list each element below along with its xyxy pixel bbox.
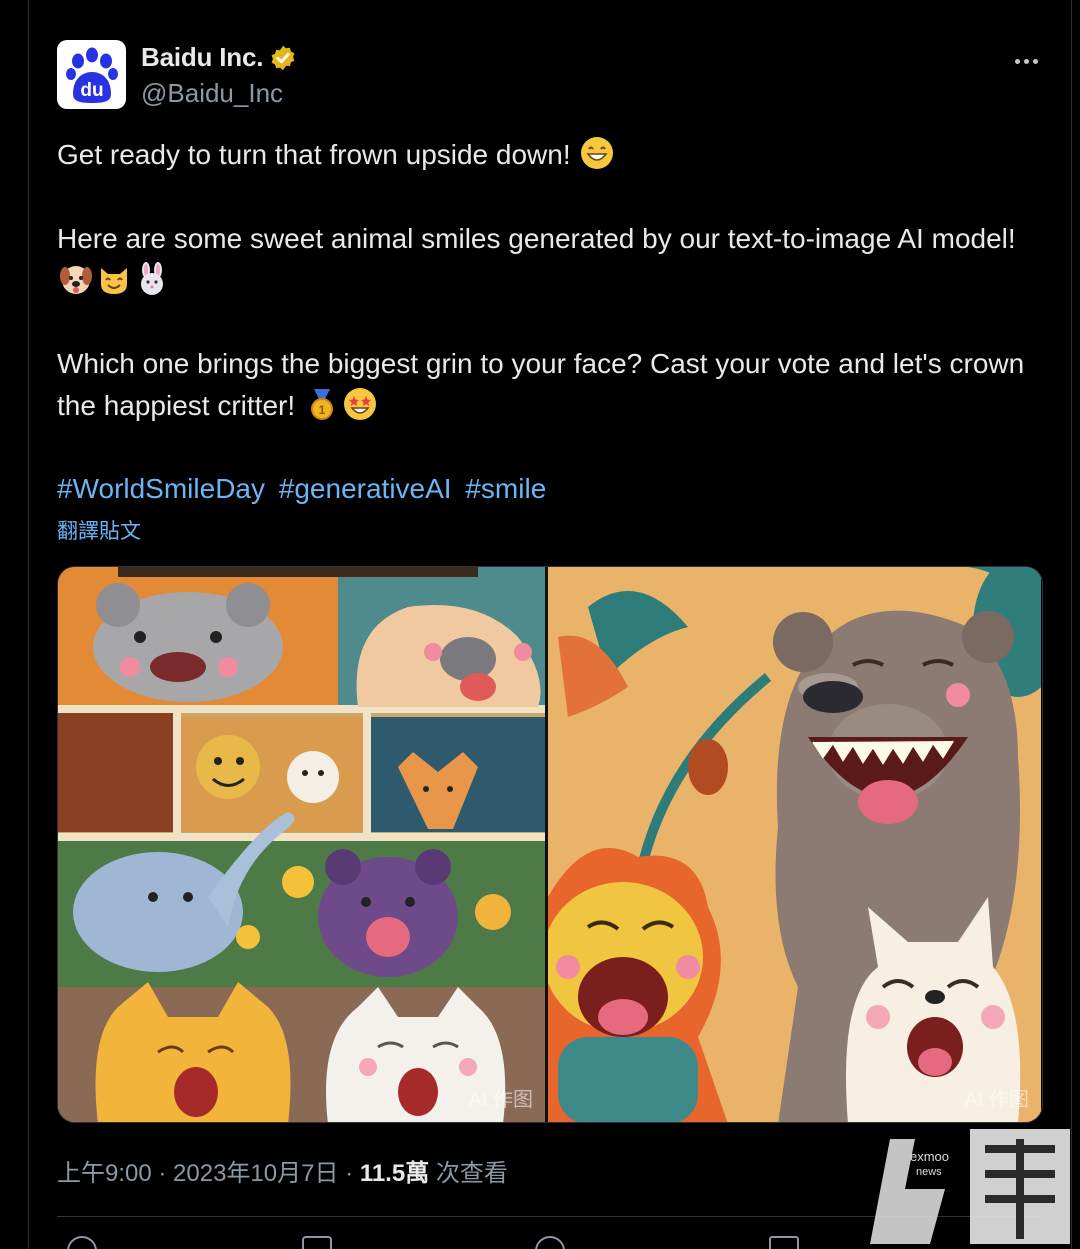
hashtag-generativeai[interactable]: #generativeAI bbox=[279, 473, 452, 504]
svg-text:1: 1 bbox=[319, 403, 326, 417]
tweet-media: AI 作图 AI 作图 bbox=[57, 566, 1043, 1123]
more-options-button[interactable] bbox=[1009, 44, 1043, 78]
ai-watermark-left: AI 作图 bbox=[468, 1089, 533, 1111]
exmoo-news-logo-icon: exmoo news bbox=[870, 1129, 1070, 1244]
hashtag-smile[interactable]: #smile bbox=[465, 473, 546, 504]
news-site-watermark: exmoo news bbox=[860, 1119, 1080, 1249]
tweet-meta: 上午9:00 · 2023年10月7日 · 11.5萬 次查看 bbox=[57, 1153, 508, 1188]
author-name[interactable]: Baidu Inc. bbox=[141, 42, 263, 73]
hashtags: #WorldSmileDay #generativeAI #smile bbox=[57, 468, 552, 510]
media-image-left[interactable]: AI 作图 bbox=[58, 567, 548, 1122]
star-struck-emoji-icon bbox=[343, 387, 377, 421]
tweet-text-1: Get ready to turn that frown upside down… bbox=[57, 139, 571, 170]
tweet-time[interactable]: 上午9:00 bbox=[57, 1160, 152, 1187]
animal-collage-illustration bbox=[58, 567, 545, 1122]
svg-text:exmoo: exmoo bbox=[910, 1149, 949, 1164]
rabbit-face-emoji-icon bbox=[135, 262, 169, 296]
verified-badge-icon bbox=[271, 45, 295, 70]
first-place-medal-emoji-icon: 1 bbox=[305, 387, 339, 421]
avatar-text: du bbox=[80, 80, 103, 101]
dog-face-emoji-icon bbox=[59, 262, 93, 296]
retweet-icon[interactable] bbox=[302, 1236, 332, 1249]
laughing-animals-illustration bbox=[548, 567, 1041, 1122]
tweet-text-2: Here are some sweet animal smiles genera… bbox=[57, 223, 1016, 254]
author-handle[interactable]: @Baidu_Inc bbox=[141, 78, 283, 109]
translate-post-link[interactable]: 翻譯貼文 bbox=[57, 515, 141, 545]
tweet-header: du Baidu Inc. @Baidu_Inc bbox=[57, 40, 1047, 110]
grinning-face-emoji-icon bbox=[580, 136, 614, 170]
view-count: 11.5萬 bbox=[359, 1160, 430, 1187]
tweet-text-3: Which one brings the biggest grin to you… bbox=[57, 348, 1025, 421]
reply-icon[interactable] bbox=[67, 1236, 97, 1249]
tweet-text-line-1: Get ready to turn that frown upside down… bbox=[57, 134, 1037, 176]
ai-watermark-right: AI 作图 bbox=[964, 1089, 1029, 1111]
svg-text:news: news bbox=[916, 1166, 942, 1178]
author-name-row: Baidu Inc. bbox=[141, 42, 297, 73]
avatar[interactable]: du bbox=[57, 40, 126, 109]
meta-separator: · bbox=[151, 1160, 174, 1187]
meta-separator: · bbox=[338, 1160, 360, 1187]
media-image-right[interactable]: AI 作图 bbox=[548, 567, 1041, 1122]
tweet-text-line-2: Here are some sweet animal smiles genera… bbox=[57, 218, 1037, 302]
like-icon[interactable] bbox=[535, 1236, 565, 1249]
baidu-paw-logo-icon: du bbox=[65, 47, 118, 103]
view-count-label: 次查看 bbox=[429, 1160, 508, 1187]
tweet-date[interactable]: 2023年10月7日 bbox=[173, 1160, 338, 1187]
tweet-text-line-3: Which one brings the biggest grin to you… bbox=[57, 343, 1037, 427]
cat-face-emoji-icon bbox=[97, 262, 131, 296]
more-icon bbox=[1014, 58, 1020, 64]
hashtag-worldsmileday[interactable]: #WorldSmileDay bbox=[57, 473, 265, 504]
bookmark-icon[interactable] bbox=[769, 1236, 799, 1249]
